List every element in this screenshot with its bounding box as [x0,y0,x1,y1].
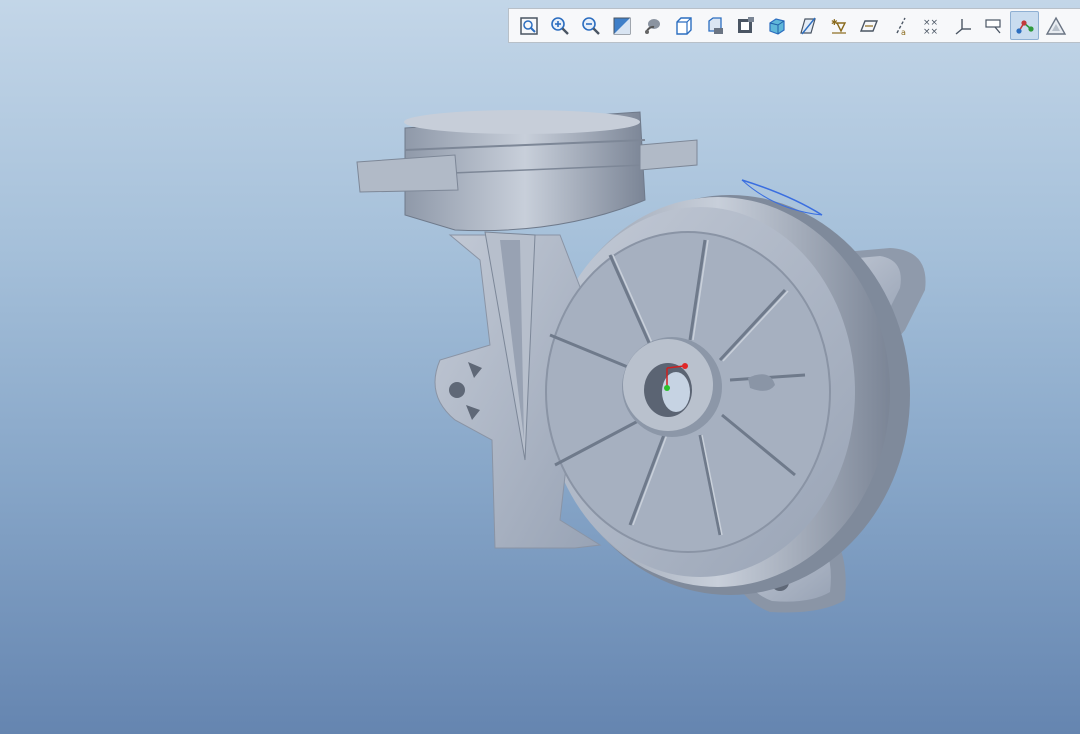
view-orientation-icon [675,16,692,35]
annotation-toggle-icon [984,18,1001,33]
saved-views-button[interactable] [700,11,729,40]
spin-center-button[interactable] [638,11,667,40]
svg-text:××: ×× [923,27,938,37]
display-style-button[interactable] [762,11,791,40]
axis-display-icon: a [895,17,906,37]
view-manager-button[interactable] [731,11,760,40]
appearance-icon [1045,16,1066,35]
view-toolbar: ✱ a ×× ×× [508,8,1080,43]
annotation-toggle-button[interactable] [979,11,1008,40]
zoom-in-button[interactable] [545,11,574,40]
spin-center-icon [644,18,660,34]
annotation-display-icon: ✱ [831,18,846,34]
graphics-viewport[interactable]: ✱ a ×× ×× [0,0,1080,734]
display-style-icon [768,17,785,35]
view-manager-icon [737,16,754,33]
csys-display-button[interactable] [948,11,977,40]
plane-display-button[interactable] [855,11,884,40]
refit-icon [519,16,538,35]
zoom-out-button[interactable] [576,11,605,40]
section-icon [799,17,816,34]
view-orientation-button[interactable] [669,11,698,40]
axis-display-button[interactable]: a [886,11,915,40]
point-display-button[interactable]: ×× ×× [917,11,946,40]
csys-origin [664,385,670,391]
boss-tab-right [639,139,698,171]
saved-views-icon [707,16,723,34]
appearance-button[interactable] [1041,11,1070,40]
lug-hole [449,382,465,398]
point-display-icon: ×××× [923,18,938,37]
zoom-in-icon [550,16,569,35]
boss-tab-left [356,154,459,193]
csys-display-icon [955,18,971,35]
repaint-icon [613,17,630,34]
svg-text:a: a [901,28,906,37]
plane-display-icon [859,19,878,32]
annotation-display-button[interactable]: ✱ [824,11,853,40]
spin-center-toggle-icon [1015,19,1034,34]
spin-center-toggle-button[interactable] [1010,11,1039,40]
refit-button[interactable] [514,11,543,40]
cad-model-housing[interactable] [0,0,1080,734]
repaint-button[interactable] [607,11,636,40]
section-button[interactable] [793,11,822,40]
zoom-out-icon [581,16,600,35]
